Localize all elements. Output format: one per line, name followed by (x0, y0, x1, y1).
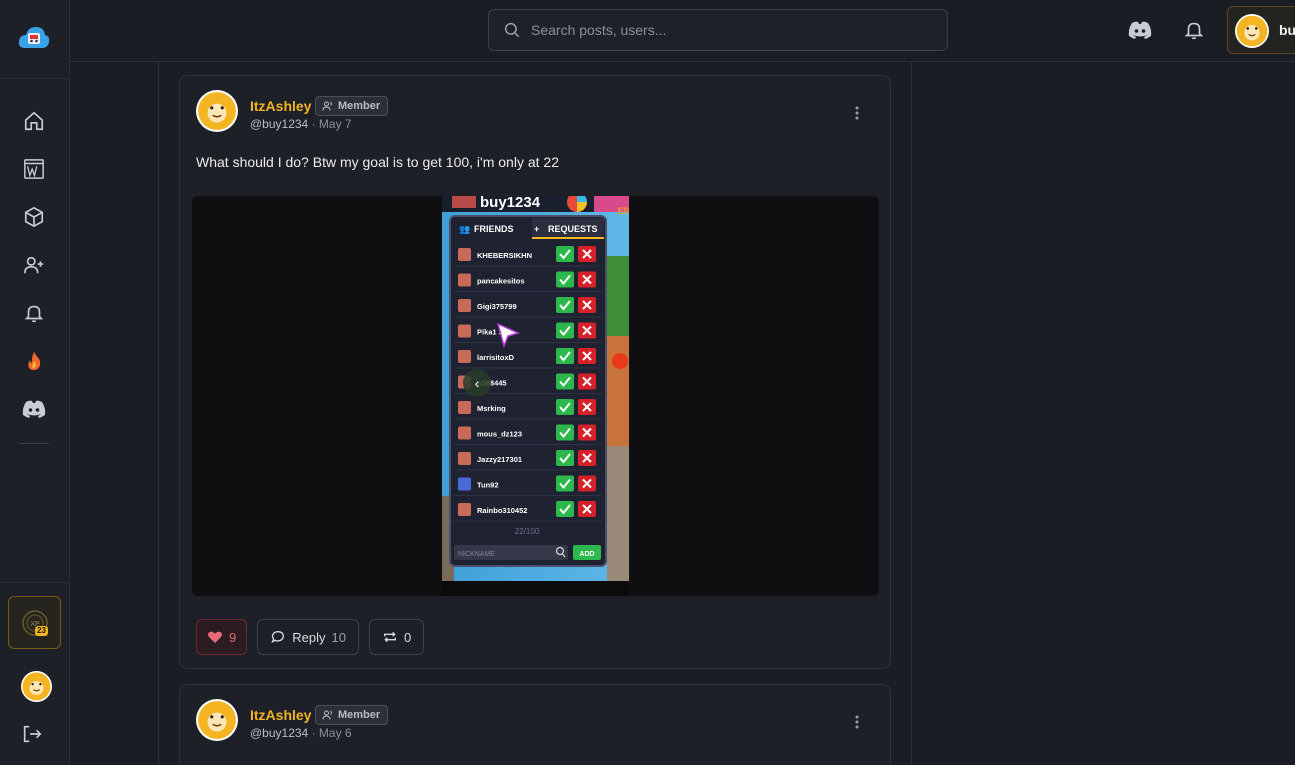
request-name: mous_dz123 (477, 430, 522, 439)
post-actions: 9 Reply 10 0 (196, 619, 425, 655)
xp-level-widget[interactable]: XP 23 (8, 596, 61, 649)
add-user-icon[interactable] (21, 252, 47, 278)
friends-tab: FRIENDS (474, 224, 514, 234)
request-name: Gigi375799 (477, 302, 517, 311)
screenshot-username: buy1234 (480, 196, 541, 211)
profile-avatar (1235, 14, 1269, 48)
author-handle: @buy1234 · May 7 (250, 117, 352, 131)
comment-icon (271, 630, 285, 644)
accept-request-button (556, 424, 574, 441)
author-name[interactable]: ItzAshley (250, 707, 311, 723)
request-counter: 22/100 (515, 527, 540, 536)
wiki-icon[interactable] (21, 156, 47, 182)
request-avatar (458, 477, 471, 491)
post-date: · May 6 (311, 726, 352, 740)
repost-count: 0 (403, 629, 412, 645)
post-body: What should I do? Btw my goal is to get … (196, 154, 559, 170)
requests-tab: REQUESTS (548, 224, 598, 234)
top-bar: bu (70, 0, 1295, 62)
svg-text:ER: ER (618, 206, 629, 216)
more-options-icon[interactable] (852, 105, 862, 121)
like-count: 9 (229, 629, 237, 645)
request-avatar (458, 273, 471, 287)
request-avatar (458, 426, 471, 440)
repost-button[interactable]: 0 (368, 619, 425, 655)
search-icon (504, 22, 520, 38)
request-avatar (458, 452, 471, 465)
accept-request-button (556, 297, 574, 313)
sidebar: XP 23 (0, 0, 70, 765)
search-bar[interactable] (488, 9, 948, 51)
request-name: KHEBERSIKHN (477, 251, 532, 260)
cube-icon[interactable] (21, 204, 47, 230)
author-avatar[interactable] (196, 699, 238, 741)
svg-text:+: + (534, 224, 539, 234)
logout-icon[interactable] (21, 723, 43, 745)
request-avatar (458, 401, 471, 414)
request-avatar (458, 324, 471, 338)
xp-level-badge: 23 (35, 626, 48, 636)
discord-icon[interactable] (21, 396, 47, 422)
attached-screenshot: buy1234 ER 👥 FRIENDS + REQUESTS KHEBERSI… (442, 196, 629, 596)
search-input[interactable] (531, 22, 911, 38)
request-name: Jazzy217301 (477, 455, 522, 464)
svg-text:👥: 👥 (459, 224, 470, 234)
fire-icon[interactable] (21, 348, 47, 374)
heart-icon (208, 631, 222, 643)
request-name: Msrking (477, 404, 506, 413)
request-name: Rainbo310452 (477, 506, 527, 515)
request-name: larrisitoxD (477, 353, 515, 362)
accept-request-button (556, 322, 574, 339)
bell-icon[interactable] (21, 300, 47, 326)
profile-name: bu (1279, 22, 1295, 38)
add-friend-button: ADD (579, 551, 594, 558)
accept-request-button (556, 373, 574, 390)
request-avatar (458, 248, 471, 261)
request-avatar (458, 503, 471, 516)
user-avatar[interactable] (21, 671, 52, 702)
post-card[interactable]: ItzAshley Member @buy1234 · May 7 What s… (179, 75, 891, 669)
role-badge: Member (315, 96, 389, 116)
accept-request-button (556, 348, 574, 364)
more-options-icon[interactable] (852, 714, 862, 730)
previous-image-button[interactable]: ‹ (463, 369, 491, 397)
reply-button[interactable]: Reply 10 (257, 619, 359, 655)
author-avatar[interactable] (196, 90, 238, 132)
accept-request-button (556, 246, 574, 262)
role-badge: Member (315, 705, 389, 725)
request-avatar (458, 350, 471, 363)
accept-request-button (556, 271, 574, 288)
request-name: Tun92 (477, 481, 499, 490)
discord-icon[interactable] (1128, 18, 1152, 42)
profile-menu-button[interactable]: bu (1227, 6, 1295, 54)
author-name[interactable]: ItzAshley (250, 98, 311, 114)
user-icon (322, 710, 332, 720)
cloud-logo-icon[interactable] (17, 22, 51, 54)
post-card[interactable]: ItzAshley Member @buy1234 · May 6 (179, 684, 891, 765)
post-date: · May 7 (311, 117, 352, 131)
notifications-bell-icon[interactable] (1183, 18, 1205, 42)
repost-icon (383, 631, 396, 643)
nickname-field: NICKNAME (458, 551, 495, 558)
request-name: pancakesitos (477, 277, 525, 286)
like-button[interactable]: 9 (196, 619, 248, 655)
accept-request-button (556, 501, 574, 517)
accept-request-button (556, 475, 574, 492)
author-handle: @buy1234 · May 6 (250, 726, 352, 740)
home-icon[interactable] (21, 108, 47, 134)
accept-request-button (556, 450, 574, 466)
request-avatar (458, 299, 471, 312)
user-icon (322, 101, 332, 111)
reply-count: 10 (331, 629, 346, 645)
post-media[interactable]: buy1234 ER 👥 FRIENDS + REQUESTS KHEBERSI… (192, 196, 879, 596)
accept-request-button (556, 399, 574, 415)
reply-label: Reply (292, 629, 326, 645)
